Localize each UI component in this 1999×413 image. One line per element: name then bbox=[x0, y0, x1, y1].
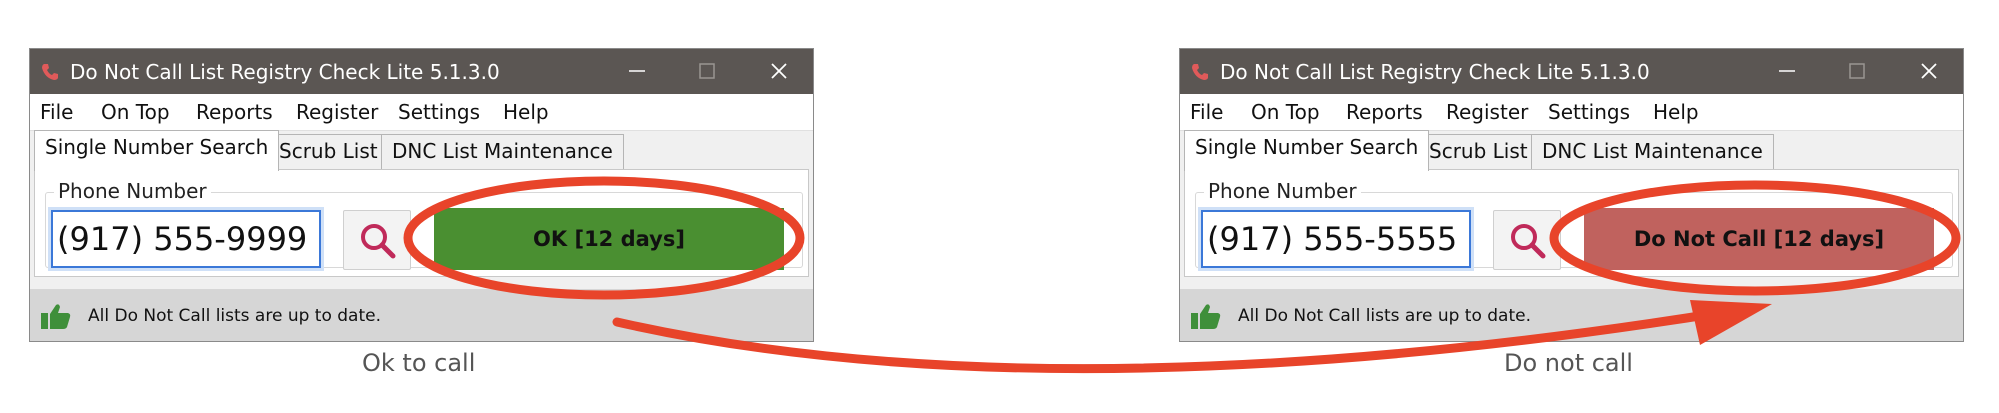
status-bar: All Do Not Call lists are up to date. bbox=[1180, 289, 1963, 341]
minimize-icon bbox=[1779, 70, 1795, 72]
menu-reports[interactable]: Reports bbox=[1346, 100, 1423, 124]
tab-single-number-search[interactable]: Single Number Search bbox=[1184, 130, 1430, 171]
tab-label: Scrub List bbox=[279, 139, 378, 163]
tab-dnc-list-maintenance[interactable]: DNC List Maintenance bbox=[1531, 134, 1774, 170]
menu-help[interactable]: Help bbox=[1653, 100, 1699, 124]
status-text: All Do Not Call lists are up to date. bbox=[1238, 306, 1532, 326]
tab-label: Single Number Search bbox=[45, 135, 269, 159]
menu-bar: File On Top Reports Register Settings He… bbox=[30, 94, 813, 131]
tab-label: DNC List Maintenance bbox=[392, 139, 613, 163]
menu-register[interactable]: Register bbox=[1446, 100, 1528, 124]
status-text: All Do Not Call lists are up to date. bbox=[88, 306, 382, 326]
phone-app-icon bbox=[42, 64, 58, 80]
result-indicator-ok: OK [12 days] bbox=[434, 208, 784, 270]
menu-bar: File On Top Reports Register Settings He… bbox=[1180, 94, 1963, 131]
close-button[interactable] bbox=[1901, 49, 1957, 94]
menu-settings[interactable]: Settings bbox=[398, 100, 480, 124]
result-indicator-do-not-call: Do Not Call [12 days] bbox=[1584, 208, 1934, 270]
tab-scrub-list[interactable]: Scrub List bbox=[1418, 134, 1539, 170]
search-button[interactable] bbox=[343, 210, 411, 270]
menu-on-top[interactable]: On Top bbox=[1251, 100, 1320, 124]
tab-dnc-list-maintenance[interactable]: DNC List Maintenance bbox=[381, 134, 624, 170]
thumbs-up-icon bbox=[41, 304, 71, 329]
close-icon bbox=[1921, 63, 1937, 79]
status-bar: All Do Not Call lists are up to date. bbox=[30, 289, 813, 341]
close-icon bbox=[771, 63, 787, 79]
phone-number-label: Phone Number bbox=[1204, 179, 1361, 203]
minimize-button[interactable] bbox=[609, 49, 665, 94]
minimize-icon bbox=[629, 70, 645, 72]
menu-settings[interactable]: Settings bbox=[1548, 100, 1630, 124]
minimize-button[interactable] bbox=[1759, 49, 1815, 94]
maximize-button[interactable] bbox=[679, 49, 735, 94]
search-panel: Phone Number OK [12 days] bbox=[34, 169, 809, 277]
menu-on-top[interactable]: On Top bbox=[101, 100, 170, 124]
thumbs-up-icon bbox=[1191, 304, 1221, 329]
tab-label: Single Number Search bbox=[1195, 135, 1419, 159]
phone-number-label: Phone Number bbox=[54, 179, 211, 203]
menu-help[interactable]: Help bbox=[503, 100, 549, 124]
app-window-do-not-call: Do Not Call List Registry Check Lite 5.1… bbox=[1179, 48, 1964, 342]
menu-reports[interactable]: Reports bbox=[196, 100, 273, 124]
menu-file[interactable]: File bbox=[1190, 100, 1223, 124]
tab-strip: Single Number Search Scrub List DNC List… bbox=[30, 130, 813, 171]
tab-label: DNC List Maintenance bbox=[1542, 139, 1763, 163]
phone-number-group: Phone Number OK [12 days] bbox=[45, 179, 803, 270]
tab-scrub-list[interactable]: Scrub List bbox=[268, 134, 389, 170]
caption-right: Do not call bbox=[1504, 349, 1633, 377]
tab-strip: Single Number Search Scrub List DNC List… bbox=[1180, 130, 1963, 171]
title-bar[interactable]: Do Not Call List Registry Check Lite 5.1… bbox=[1180, 49, 1963, 94]
close-button[interactable] bbox=[751, 49, 807, 94]
magnifier-icon bbox=[1511, 224, 1546, 259]
magnifier-icon bbox=[361, 224, 396, 259]
caption-left: Ok to call bbox=[362, 349, 476, 377]
menu-file[interactable]: File bbox=[40, 100, 73, 124]
tab-label: Scrub List bbox=[1429, 139, 1528, 163]
window-title: Do Not Call List Registry Check Lite 5.1… bbox=[1220, 60, 1650, 84]
search-panel: Phone Number Do Not Call [12 days] bbox=[1184, 169, 1959, 277]
phone-number-group: Phone Number Do Not Call [12 days] bbox=[1195, 179, 1953, 270]
maximize-icon bbox=[699, 63, 715, 79]
phone-number-input[interactable] bbox=[51, 210, 321, 268]
search-button[interactable] bbox=[1493, 210, 1561, 270]
title-bar[interactable]: Do Not Call List Registry Check Lite 5.1… bbox=[30, 49, 813, 94]
maximize-icon bbox=[1849, 63, 1865, 79]
phone-number-input[interactable] bbox=[1201, 210, 1471, 268]
tab-single-number-search[interactable]: Single Number Search bbox=[34, 130, 280, 171]
menu-register[interactable]: Register bbox=[296, 100, 378, 124]
phone-app-icon bbox=[1192, 64, 1208, 80]
window-title: Do Not Call List Registry Check Lite 5.1… bbox=[70, 60, 500, 84]
maximize-button[interactable] bbox=[1829, 49, 1885, 94]
app-window-ok: Do Not Call List Registry Check Lite 5.1… bbox=[29, 48, 814, 342]
